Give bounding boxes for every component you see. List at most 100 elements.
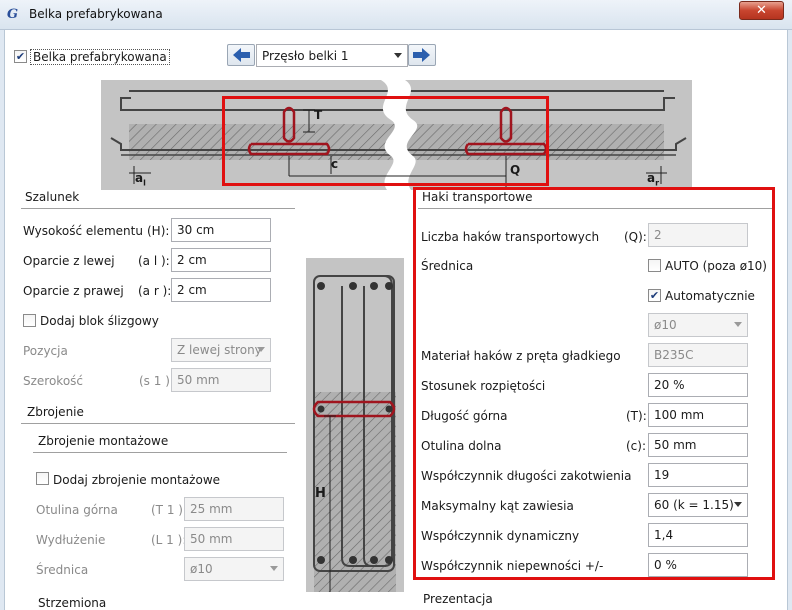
position-select[interactable]: Z lewej strony — [171, 338, 271, 362]
chevron-down-icon — [270, 566, 278, 571]
hook-count-label: Liczba haków transportowych — [421, 230, 600, 244]
montage-cover-symbol: (T 1 ): — [151, 503, 187, 517]
span-select[interactable]: Przęsło belki 1 — [256, 44, 408, 67]
automatic-label: Automatycznie — [665, 289, 755, 303]
dynamic-factor-label: Współczynnik dynamiczny — [421, 529, 580, 543]
check-mark-icon: ✔ — [649, 289, 660, 302]
extension-label: Wydłużenie — [36, 533, 106, 547]
anchorage-factor-value: 19 — [654, 468, 670, 482]
hook-count-input[interactable]: 2 — [648, 223, 748, 247]
hook-diameter-label: Średnica — [421, 259, 474, 273]
close-button[interactable]: ✕ — [739, 1, 784, 20]
chevron-down-icon — [257, 347, 265, 352]
montage-diameter-select[interactable]: ø10 — [184, 557, 284, 581]
montage-section-title: Zbrojenie montażowe — [38, 434, 169, 448]
presentation-section-title: Prezentacja — [423, 592, 493, 606]
window-title: Belka prefabrykowana — [29, 7, 163, 21]
top-length-value: 100 mm — [654, 408, 705, 422]
reinforcement-section-title: Zbrojenie — [27, 405, 84, 419]
right-support-symbol: (a r ): — [138, 284, 172, 298]
chevron-down-icon — [734, 502, 742, 507]
width-symbol: (s 1 ): — [139, 374, 174, 388]
height-input[interactable]: 30 cm — [171, 218, 271, 242]
bottom-cover-value: 50 mm — [654, 438, 697, 452]
stirrups-title: Strzemiona — [38, 596, 107, 610]
extension-value: 50 mm — [190, 532, 233, 546]
app-icon: G — [7, 7, 19, 22]
span-select-value: Przęsło belki 1 — [262, 49, 349, 63]
diagram-label-H: H — [315, 486, 326, 501]
max-sling-angle-value: 60 (k = 1.15) — [654, 498, 734, 512]
title-bar: G Belka prefabrykowana ✕ — [0, 0, 792, 30]
height-label: Wysokość elementu — [23, 224, 143, 238]
auto-except-label: AUTO (poza ø10) — [665, 259, 767, 273]
diagram-label-a-right: ar — [647, 171, 659, 187]
hook-diameter-select[interactable]: ø10 — [648, 313, 748, 337]
diagram-label-a-right-base: a — [647, 171, 656, 185]
hook-count-symbol: (Q): — [624, 230, 647, 244]
span-ratio-input[interactable]: 20 % — [648, 373, 748, 397]
extension-input[interactable]: 50 mm — [184, 527, 284, 551]
bottom-cover-input[interactable]: 50 mm — [648, 433, 748, 457]
width-value: 50 mm — [177, 373, 220, 387]
hook-count-value: 2 — [654, 228, 662, 242]
chevron-down-icon — [734, 322, 742, 327]
montage-diameter-value: ø10 — [190, 562, 213, 576]
slide-block-checkbox[interactable] — [23, 314, 36, 327]
hook-diameter-value: ø10 — [654, 318, 677, 332]
prefab-beam-checkbox[interactable]: ✔ — [14, 50, 27, 63]
chevron-down-icon — [394, 53, 402, 58]
dynamic-factor-input[interactable]: 1,4 — [648, 523, 748, 547]
add-montage-checkbox[interactable] — [36, 472, 49, 485]
cross-section-diagram — [306, 258, 404, 592]
dynamic-factor-value: 1,4 — [654, 528, 674, 542]
diagram-label-a-left: al — [135, 171, 146, 187]
hooks-section-title: Haki transportowe — [422, 190, 533, 204]
width-label: Szerokość — [23, 374, 84, 388]
uncertainty-factor-value: 0 % — [654, 558, 677, 572]
bottom-cover-label: Otulina dolna — [421, 439, 502, 453]
slide-block-label: Dodaj blok ślizgowy — [40, 314, 159, 328]
prefab-beam-label: Belka prefabrykowana — [30, 49, 170, 65]
width-input[interactable]: 50 mm — [171, 368, 271, 392]
right-support-input[interactable]: 2 cm — [171, 278, 271, 302]
montage-cover-label: Otulina górna — [36, 503, 118, 517]
top-length-symbol: (T): — [626, 409, 647, 423]
montage-separator — [33, 452, 287, 453]
prev-span-button[interactable] — [227, 44, 255, 66]
top-length-label: Długość górna — [421, 409, 508, 423]
hook-material-value: B235C — [654, 348, 694, 362]
hook-material-label: Materiał haków z pręta gładkiego — [421, 349, 621, 363]
hooks-separator — [418, 208, 772, 209]
right-support-label: Oparcie z prawej — [23, 284, 124, 298]
auto-except-checkbox[interactable] — [648, 259, 661, 272]
add-montage-label: Dodaj zbrojenie montażowe — [53, 473, 221, 487]
dialog-body: ✔ Belka prefabrykowana Przęsło belki 1 T… — [4, 30, 788, 610]
check-mark-icon: ✔ — [15, 50, 26, 63]
bottom-cover-symbol: (c): — [626, 439, 647, 453]
height-value: 30 cm — [177, 223, 215, 237]
highlight-box-diagram — [222, 96, 549, 186]
hook-material-input[interactable]: B235C — [648, 343, 748, 367]
montage-diameter-label: Średnica — [36, 563, 89, 577]
montage-cover-input[interactable]: 25 mm — [184, 497, 284, 521]
formwork-separator — [21, 208, 295, 209]
span-ratio-value: 20 % — [654, 378, 685, 392]
extension-symbol: (L 1 ): — [151, 533, 187, 547]
arrow-left-icon — [233, 48, 250, 62]
next-span-button[interactable] — [408, 44, 436, 66]
left-support-input[interactable]: 2 cm — [171, 248, 271, 272]
top-length-input[interactable]: 100 mm — [648, 403, 748, 427]
anchorage-factor-input[interactable]: 19 — [648, 463, 748, 487]
diagram-label-a-left-sub: l — [143, 178, 146, 188]
left-support-value: 2 cm — [177, 253, 207, 267]
right-support-value: 2 cm — [177, 283, 207, 297]
height-symbol: (H): — [147, 224, 170, 238]
automatic-checkbox[interactable]: ✔ — [648, 289, 661, 302]
anchorage-factor-label: Współczynnik długości zakotwienia — [421, 469, 632, 483]
reinforcement-separator — [21, 423, 295, 424]
diagram-label-a-left-base: a — [135, 171, 144, 185]
max-sling-angle-label: Maksymalny kąt zawiesia — [421, 499, 574, 513]
uncertainty-factor-input[interactable]: 0 % — [648, 553, 748, 577]
max-sling-angle-select[interactable]: 60 (k = 1.15) — [648, 493, 748, 517]
